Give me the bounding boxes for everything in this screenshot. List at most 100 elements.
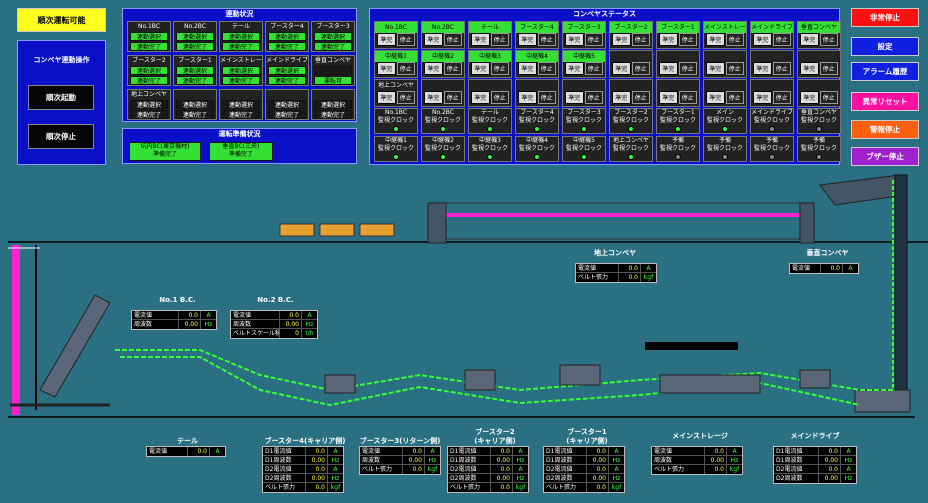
linkage-select-status: 連動選択 bbox=[130, 32, 168, 41]
right-button[interactable]: アラーム履歴 bbox=[851, 62, 919, 81]
meter-row: 電流値 0.0 A bbox=[652, 447, 742, 456]
linkage-select-status: 連動選択 bbox=[314, 100, 352, 109]
stop-button[interactable]: 停止 bbox=[396, 62, 415, 75]
stop-button[interactable]: 停止 bbox=[819, 91, 838, 104]
stop-button[interactable]: 停止 bbox=[678, 91, 697, 104]
meter-name: 電流値 bbox=[654, 448, 673, 455]
monitor-clock-cell: ブースター4 監視クロック bbox=[515, 108, 559, 134]
ready-indicator: 準完 bbox=[659, 62, 678, 75]
meter-value: 0 bbox=[279, 329, 301, 338]
meter-name: ベルトスケール積算 bbox=[233, 330, 279, 337]
meter-name: 電流値 bbox=[233, 312, 252, 319]
linkage-complete-status: 運転可 bbox=[314, 76, 352, 85]
monitor-clock-cell: 中継機5 監視クロック bbox=[562, 136, 606, 162]
stop-button[interactable]: 停止 bbox=[772, 62, 791, 75]
booster3-title: ブースター3(リターン側) bbox=[359, 437, 441, 445]
stop-button[interactable]: 停止 bbox=[490, 62, 509, 75]
sequential-start-button[interactable]: 順次起動 bbox=[28, 85, 94, 110]
gantry-tower-right bbox=[799, 202, 815, 244]
conveyor-status-empty-cell: 準完 停止 bbox=[609, 50, 653, 78]
linkage-cell: ブースター1 連動選択 連動完了 bbox=[173, 55, 217, 86]
stop-button[interactable]: 停止 bbox=[537, 91, 556, 104]
vertical-conveyor-column bbox=[894, 174, 908, 401]
stop-button[interactable]: 停止 bbox=[631, 91, 650, 104]
meter-name: D1電流値 bbox=[776, 448, 803, 455]
meter-value: 0.0 bbox=[820, 264, 842, 273]
meter-value: 0.0 bbox=[402, 465, 424, 474]
linkage-cell-label: メインストレージ bbox=[220, 56, 262, 65]
meter-unit: Hz bbox=[512, 474, 528, 482]
linkage-cell: 連動選択 連動完了 bbox=[173, 89, 217, 120]
ready-indicator: 準完 bbox=[377, 91, 396, 104]
meter-unit: A bbox=[200, 311, 216, 319]
stop-button[interactable]: 停止 bbox=[537, 62, 556, 75]
right-button[interactable]: 異常リセット bbox=[851, 92, 919, 111]
right-button[interactable]: 非常停止 bbox=[851, 8, 919, 27]
stop-button[interactable]: 停止 bbox=[396, 91, 415, 104]
conveyor-status-empty-cell: 準完 停止 bbox=[609, 79, 653, 107]
conveyor-status-buttons: 準完 停止 bbox=[610, 33, 652, 46]
stop-button[interactable]: 停止 bbox=[772, 91, 791, 104]
meter-row: D1電流値 0.0 A bbox=[263, 447, 343, 456]
stop-button[interactable]: 停止 bbox=[490, 33, 509, 46]
meter-name: D1電流値 bbox=[546, 448, 573, 455]
meter-name: ベルト張力 bbox=[654, 466, 685, 473]
stop-button[interactable]: 停止 bbox=[443, 62, 462, 75]
stop-button[interactable]: 停止 bbox=[584, 33, 603, 46]
main-drive-unit bbox=[799, 369, 831, 389]
prep-vertical-bc: 垂直BC(三央) 準備完了 bbox=[209, 142, 273, 161]
stop-button[interactable]: 停止 bbox=[678, 62, 697, 75]
stop-button[interactable]: 停止 bbox=[584, 62, 603, 75]
stop-button[interactable]: 停止 bbox=[678, 33, 697, 46]
linkage-select-status: 連動選択 bbox=[222, 32, 260, 41]
conveyor-status-empty-cell: 準完 停止 bbox=[656, 50, 700, 78]
meter-row: ベルト張力 0.0 kgf bbox=[576, 273, 656, 282]
stop-button[interactable]: 停止 bbox=[819, 62, 838, 75]
meter-table-b3: 電流値 0.0 A 周波数 0.00 Hz ベルト張力 0.0 kgf bbox=[359, 446, 441, 475]
linkage-select-status: 連動選択 bbox=[268, 66, 306, 75]
monitor-clock-cell: 予備 監視クロック bbox=[656, 136, 700, 162]
bc2-title: No.2 B.C. bbox=[257, 296, 294, 304]
meter-row: 周波数 0.00 Hz bbox=[231, 320, 317, 329]
linkage-cell: 地上コンベヤ 連動選択 連動完了 bbox=[127, 89, 171, 120]
meter-name: D2周波数 bbox=[546, 475, 573, 482]
right-button[interactable]: ブザー停止 bbox=[851, 147, 919, 166]
stop-button[interactable]: 停止 bbox=[537, 33, 556, 46]
linkage-complete-status: 連動完了 bbox=[268, 110, 306, 119]
right-button[interactable]: 警報停止 bbox=[851, 120, 919, 139]
conveyor-status-label: 中継機1 bbox=[375, 51, 417, 62]
meter-name: D2電流値 bbox=[776, 466, 803, 473]
meter-row: ベルト張力 0.0 kgf bbox=[360, 465, 440, 474]
inclined-bc bbox=[39, 294, 111, 398]
meter-name: D1周波数 bbox=[776, 457, 803, 464]
conveyor-status-empty-cell: 準完 停止 bbox=[750, 50, 794, 78]
sequential-stop-button[interactable]: 順次停止 bbox=[28, 124, 94, 149]
stop-button[interactable]: 停止 bbox=[443, 91, 462, 104]
linkage-cell: メインストレージ連動選択連動完了 bbox=[219, 55, 263, 86]
conveyor-status-cell: ブースター3 準完 停止 bbox=[562, 21, 606, 49]
conveyor-status-cell: 中継機2 準完 停止 bbox=[421, 50, 465, 78]
stop-button[interactable]: 停止 bbox=[819, 33, 838, 46]
ready-indicator: 準完 bbox=[377, 62, 396, 75]
stop-button[interactable]: 停止 bbox=[584, 91, 603, 104]
conveyor-status-buttons: 準完 停止 bbox=[704, 62, 746, 75]
meter-value: 0.0 bbox=[704, 465, 726, 474]
stop-button[interactable]: 停止 bbox=[396, 33, 415, 46]
meter-name: D1周波数 bbox=[265, 457, 292, 464]
linkage-complete-status: 連動完了 bbox=[222, 110, 260, 119]
stop-button[interactable]: 停止 bbox=[631, 62, 650, 75]
right-button[interactable]: 設定 bbox=[851, 37, 919, 56]
stop-button[interactable]: 停止 bbox=[490, 91, 509, 104]
stop-button[interactable]: 停止 bbox=[772, 33, 791, 46]
stop-button[interactable]: 停止 bbox=[725, 91, 744, 104]
meter-name: ベルト張力 bbox=[450, 484, 481, 491]
monitor-clock-cell: 中継機2 監視クロック bbox=[421, 136, 465, 162]
stop-button[interactable]: 停止 bbox=[631, 33, 650, 46]
stop-button[interactable]: 停止 bbox=[725, 62, 744, 75]
stop-button[interactable]: 停止 bbox=[725, 33, 744, 46]
stop-button[interactable]: 停止 bbox=[443, 33, 462, 46]
meter-row: 電流値 0.0 A bbox=[576, 264, 656, 273]
conveyor-status-title: コンベヤステータス bbox=[573, 10, 636, 18]
conveyor-status-label: 中継機4 bbox=[516, 51, 558, 62]
meter-table-bc1: 電流値 0.0 A 周波数 0.00 Hz bbox=[131, 310, 217, 330]
